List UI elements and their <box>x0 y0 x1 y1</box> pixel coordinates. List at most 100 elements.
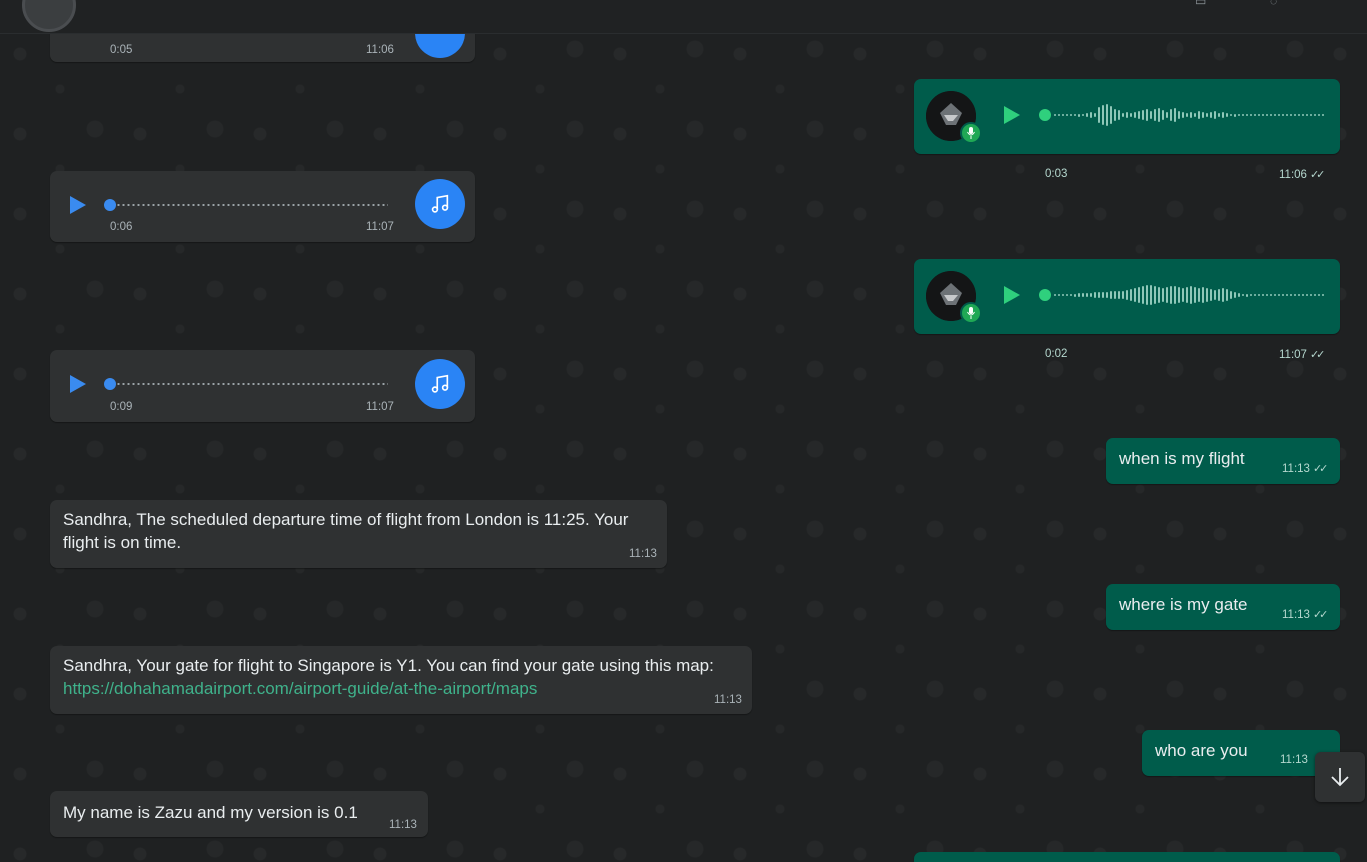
waveform-bar <box>1234 113 1236 117</box>
waveform-bar <box>1230 291 1232 299</box>
waveform-bar <box>1286 294 1288 296</box>
waveform-bar <box>1286 114 1288 116</box>
audio-progress[interactable] <box>116 383 388 385</box>
waveform-bar <box>1238 293 1240 297</box>
waveform-bar <box>1218 113 1220 117</box>
waveform-bar <box>1202 287 1204 303</box>
waveform-bar <box>1214 290 1216 300</box>
play-icon[interactable] <box>70 375 86 393</box>
waveform-bar <box>1230 114 1232 116</box>
audio-seek-knob[interactable] <box>1039 109 1051 121</box>
incoming-text-message: My name is Zazu and my version is 0.1 11… <box>50 791 428 837</box>
waveform-bar <box>1162 288 1164 302</box>
waveform-bar <box>1206 288 1208 302</box>
waveform-bar <box>1218 289 1220 301</box>
waveform-bar <box>1142 110 1144 120</box>
waveform-bar <box>1222 112 1224 118</box>
waveform-bar <box>1158 287 1160 303</box>
message-time: 11:07 <box>366 221 394 233</box>
incoming-audio-message: 0:06 11:07 <box>50 171 475 242</box>
audio-seek-knob[interactable] <box>104 378 116 390</box>
scroll-to-bottom-button[interactable] <box>1315 752 1365 802</box>
waveform-bar <box>1310 294 1312 296</box>
waveform-bar <box>1094 113 1096 117</box>
waveform-bar <box>1122 291 1124 299</box>
waveform[interactable] <box>1054 283 1324 307</box>
waveform-bar <box>1246 293 1248 297</box>
outgoing-text-message: who are you 11:13 <box>1142 730 1340 776</box>
waveform-bar <box>1246 114 1248 116</box>
waveform-bar <box>1238 114 1240 116</box>
waveform-bar <box>1270 294 1272 296</box>
waveform-bar <box>1086 113 1088 117</box>
waveform-bar <box>1110 106 1112 124</box>
waveform-bar <box>1306 294 1308 296</box>
waveform-bar <box>1130 289 1132 301</box>
waveform-bar <box>1262 294 1264 296</box>
waveform-bar <box>1250 294 1252 296</box>
waveform-bar <box>1066 294 1068 296</box>
waveform-bar <box>1094 292 1096 298</box>
waveform-bar <box>1098 107 1100 123</box>
waveform-bar <box>1114 109 1116 121</box>
search-icon[interactable]: ▭ <box>1195 0 1213 8</box>
outgoing-text-message: where is my gate 11:13 ✓✓ <box>1106 584 1340 630</box>
play-icon[interactable] <box>1004 286 1020 304</box>
waveform-bar <box>1162 110 1164 120</box>
waveform-bar <box>1186 287 1188 303</box>
message-time: 11:13 ✓✓ <box>1282 463 1328 475</box>
waveform-bar <box>1166 287 1168 303</box>
waveform-bar <box>1190 286 1192 304</box>
waveform-bar <box>1222 288 1224 302</box>
waveform-bar <box>1258 114 1260 116</box>
waveform-bar <box>1134 288 1136 302</box>
waveform-bar <box>1082 114 1084 116</box>
waveform-bar <box>1186 113 1188 117</box>
waveform-bar <box>1274 294 1276 296</box>
waveform-bar <box>1258 294 1260 296</box>
waveform-bar <box>1146 109 1148 121</box>
microphone-icon <box>960 302 982 324</box>
waveform-bar <box>1250 114 1252 116</box>
message-time: 11:13 <box>1280 754 1308 766</box>
waveform-bar <box>1282 294 1284 296</box>
message-time: 11:13 <box>389 819 417 831</box>
waveform-bar <box>1226 289 1228 301</box>
waveform-bar <box>1206 113 1208 117</box>
message-text: Sandhra, Your gate for flight to Singapo… <box>63 654 743 700</box>
waveform-bar <box>1226 113 1228 117</box>
waveform-bar <box>1266 114 1268 116</box>
contact-avatar[interactable] <box>22 0 76 32</box>
music-note-icon <box>415 34 465 58</box>
outgoing-text-message: when is my flight 11:13 ✓✓ <box>1106 438 1340 484</box>
waveform-bar <box>1054 294 1056 296</box>
waveform-bar <box>1314 294 1316 296</box>
audio-seek-knob[interactable] <box>1039 289 1051 301</box>
music-note-icon <box>415 359 465 409</box>
waveform-bar <box>1294 294 1296 296</box>
waveform-bar <box>1166 112 1168 118</box>
message-list[interactable]: 0:05 11:06 0:03 11:06 ✓✓ 0:06 11:07 0:02… <box>0 34 1367 862</box>
message-link[interactable]: https://dohahamadairport.com/airport-gui… <box>63 679 537 698</box>
waveform-bar <box>1262 114 1264 116</box>
waveform-bar <box>1310 114 1312 116</box>
audio-seek-knob[interactable] <box>104 199 116 211</box>
message-time: 11:06 <box>366 44 394 56</box>
waveform-bar <box>1066 114 1068 116</box>
waveform-bar <box>1150 111 1152 119</box>
message-text: who are you <box>1155 741 1248 760</box>
audio-progress[interactable] <box>116 204 388 206</box>
waveform[interactable] <box>1054 103 1324 127</box>
incoming-audio-message: 0:05 11:06 <box>50 34 475 62</box>
waveform-bar <box>1274 114 1276 116</box>
waveform-bar <box>1194 113 1196 117</box>
waveform-bar <box>1058 294 1060 296</box>
audio-duration: 0:09 <box>110 401 133 413</box>
waveform-bar <box>1210 289 1212 301</box>
menu-icon[interactable]: ◌ <box>1270 0 1288 8</box>
waveform-bar <box>1058 114 1060 116</box>
waveform-bar <box>1198 111 1200 119</box>
play-icon[interactable] <box>1004 106 1020 124</box>
play-icon[interactable] <box>70 196 86 214</box>
waveform-bar <box>1102 105 1104 125</box>
